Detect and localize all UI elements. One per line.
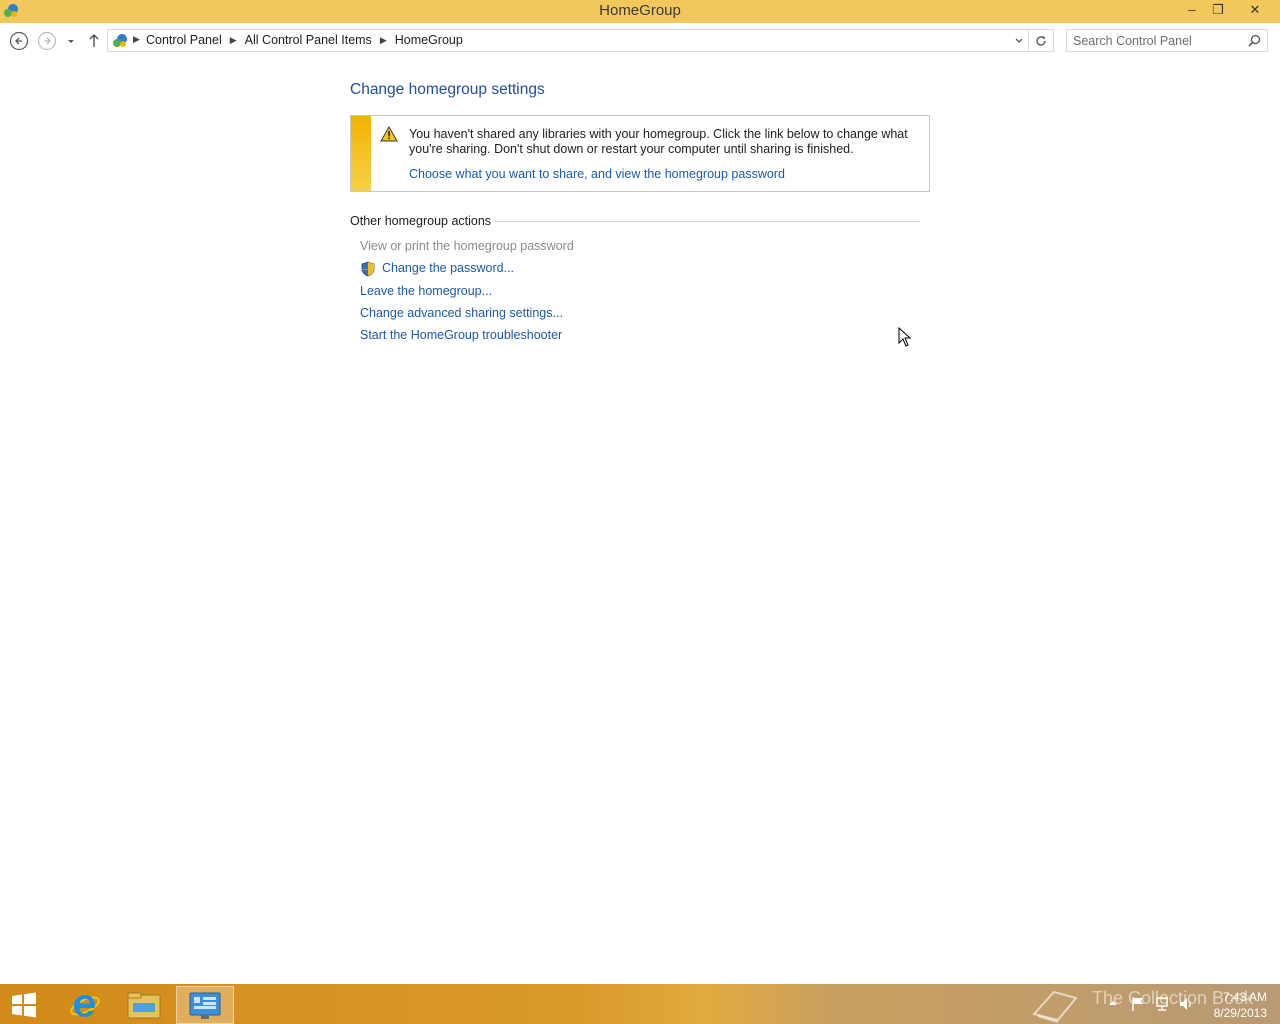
search-input[interactable]: [1073, 32, 1243, 49]
leave-homegroup-link[interactable]: Leave the homegroup...: [360, 284, 492, 298]
breadcrumb-chevron-icon[interactable]: ▶: [380, 35, 387, 46]
breadcrumb-root-chevron-icon[interactable]: ▶: [133, 34, 140, 45]
forward-icon[interactable]: [37, 31, 57, 51]
up-arrow-icon[interactable]: [86, 31, 102, 51]
clock-date: 8/29/2013: [1213, 1006, 1267, 1020]
collection-book-logo-icon: [1032, 990, 1078, 1023]
recent-locations-chevron-down-icon[interactable]: [64, 31, 78, 51]
control-panel-location-icon: [113, 34, 127, 47]
start-button[interactable]: [0, 986, 56, 1024]
clock-time: 7:43 AM: [1222, 990, 1267, 1004]
breadcrumb: Control Panel ▶ All Control Panel Items ▶ Ho…: [146, 33, 463, 47]
choose-what-to-share-link[interactable]: Choose what you want to share, and view …: [409, 167, 785, 181]
show-hidden-icons-chevron-up-icon[interactable]: [1107, 998, 1119, 1008]
homegroup-troubleshooter-link[interactable]: Start the HomeGroup troubleshooter: [360, 328, 562, 342]
system-clock[interactable]: 7:43 AM 8/29/2013: [1205, 989, 1267, 1021]
file-explorer-icon: [127, 992, 161, 1019]
search-box[interactable]: [1066, 29, 1268, 52]
start-icon: [12, 992, 36, 1018]
breadcrumb-homegroup[interactable]: HomeGroup: [395, 33, 463, 47]
warning-icon: [380, 126, 398, 142]
page-title: Change homegroup settings: [350, 81, 545, 98]
window-title: HomeGroup: [599, 2, 681, 19]
mouse-cursor-icon: [898, 327, 912, 347]
address-dropdown-chevron-down-icon[interactable]: [1014, 36, 1024, 46]
volume-icon[interactable]: [1178, 996, 1194, 1012]
change-password-link[interactable]: Change the password...: [382, 261, 514, 275]
maximize-button[interactable]: ❐: [1205, 0, 1231, 22]
search-icon[interactable]: [1248, 34, 1261, 47]
breadcrumb-chevron-icon[interactable]: ▶: [230, 35, 237, 46]
refresh-button[interactable]: [1029, 29, 1054, 52]
breadcrumb-control-panel[interactable]: Control Panel: [146, 33, 222, 47]
close-button[interactable]: ✕: [1241, 0, 1269, 22]
sharing-warning-panel: You haven't shared any libraries with yo…: [350, 115, 930, 192]
refresh-icon: [1036, 36, 1046, 46]
view-print-password-link: View or print the homegroup password: [360, 239, 574, 253]
file-explorer-button[interactable]: [116, 986, 172, 1024]
control-panel-taskbar-button[interactable]: [176, 986, 234, 1024]
shield-icon: [361, 261, 375, 277]
internet-explorer-button[interactable]: [58, 986, 114, 1024]
warning-message: You haven't shared any libraries with yo…: [409, 127, 908, 156]
control-panel-icon: [189, 992, 221, 1019]
minimize-button[interactable]: –: [1179, 0, 1205, 22]
back-icon[interactable]: [9, 31, 29, 51]
warning-stripe: [351, 116, 371, 191]
advanced-sharing-settings-link[interactable]: Change advanced sharing settings...: [360, 306, 563, 320]
address-bar[interactable]: ▶ Control Panel ▶ All Control Panel Items ▶…: [107, 29, 1029, 52]
internet-explorer-icon: [70, 995, 100, 1017]
other-actions-heading: Other homegroup actions: [350, 214, 496, 228]
breadcrumb-all-control-panel-items[interactable]: All Control Panel Items: [245, 33, 372, 47]
action-center-flag-icon[interactable]: [1130, 996, 1146, 1012]
network-icon[interactable]: [1154, 996, 1170, 1012]
title-bar: HomeGroup – ❐ ✕: [0, 0, 1280, 23]
